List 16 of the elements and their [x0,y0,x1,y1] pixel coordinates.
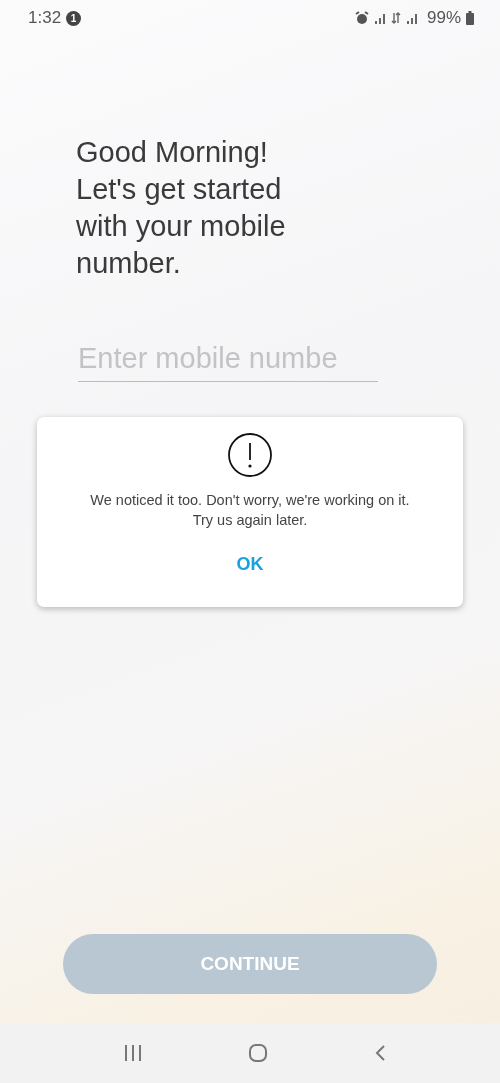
notification-count: 1 [66,10,82,26]
greeting-text: Good Morning! [76,135,269,170]
ok-button[interactable]: OK [226,550,274,579]
home-icon [248,1043,268,1063]
recent-apps-icon [122,1044,143,1062]
signal-icon [405,12,418,24]
prompt-text: Let's get started with your mobile number. [76,172,287,281]
back-icon [373,1044,388,1062]
battery-icon [466,11,474,25]
exclamation-icon [227,432,273,478]
dialog-message: We noticed it too. Don't worry, we're working on it. Try us again later. [89,491,411,530]
clock-time: 1:32 [28,8,62,28]
data-transfer-icon [390,12,401,24]
battery-percentage: 99% [426,8,461,28]
signal-icon [373,12,386,24]
alarm-icon [354,11,369,25]
